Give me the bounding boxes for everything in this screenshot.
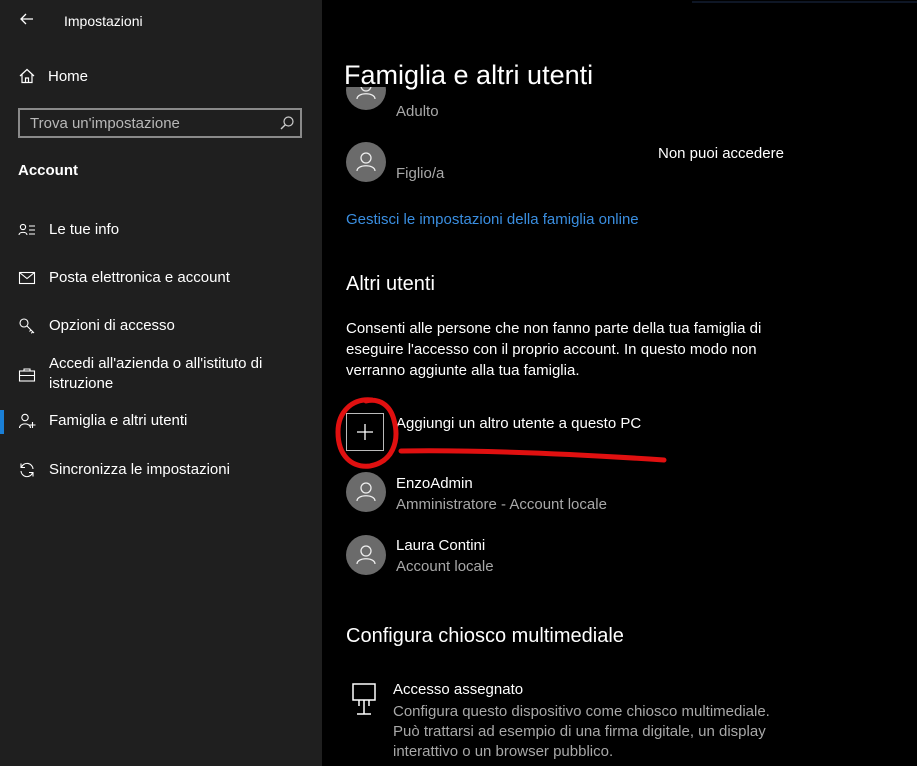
add-user-label[interactable]: Aggiungi un altro utente a questo PC (396, 415, 641, 432)
sidebar-item-label: Le tue info (49, 221, 120, 238)
back-button[interactable] (14, 8, 40, 30)
add-user-button[interactable] (346, 413, 384, 451)
key-icon (19, 318, 35, 334)
other-users-heading: Altri utenti (346, 273, 435, 295)
sidebar-item-work-school[interactable]: Accedi all'azienda o all'istituto di ist… (0, 354, 322, 398)
sidebar-item-label: Opzioni di accesso (49, 317, 175, 334)
person-icon (356, 152, 376, 172)
sidebar-item-label: Accedi all'azienda o all'istituto di ist… (49, 355, 263, 392)
sidebar-item-label: Posta elettronica e account (49, 269, 230, 286)
sidebar-item-your-info[interactable]: Le tue info (0, 220, 322, 244)
manage-family-link[interactable]: Gestisci le impostazioni della famiglia … (346, 211, 639, 228)
mail-icon (18, 271, 36, 285)
assigned-access-description: Configura questo dispositivo come chiosc… (393, 703, 770, 760)
search-box[interactable] (18, 108, 302, 138)
sidebar-item-sign-in-options[interactable]: Opzioni di accesso (0, 316, 322, 340)
back-arrow-icon (20, 13, 33, 25)
avatar (346, 142, 386, 182)
avatar (346, 535, 386, 575)
kiosk-icon (352, 683, 376, 715)
user-info-icon (18, 223, 35, 236)
assigned-access-title[interactable]: Accesso assegnato (393, 681, 523, 698)
family-member-role: Adulto (396, 103, 439, 120)
user-account-type: Account locale (396, 558, 494, 575)
plus-icon (357, 424, 373, 440)
person-icon (356, 545, 376, 565)
add-user-icon (18, 413, 36, 429)
home-icon (19, 68, 35, 84)
user-name[interactable]: Laura Contini (396, 537, 485, 554)
sidebar: Impostazioni Home Account Le tue info Po… (0, 0, 322, 766)
other-users-description: Consenti alle persone che non fanno part… (346, 320, 762, 379)
sync-icon (20, 462, 34, 478)
selection-indicator (0, 410, 4, 434)
home-nav-item[interactable]: Home (18, 64, 308, 88)
briefcase-icon (18, 368, 36, 382)
section-title-account: Account (18, 162, 78, 179)
person-icon (356, 482, 376, 502)
search-input[interactable] (20, 110, 290, 136)
family-member-status: Non puoi accedere (658, 145, 784, 162)
sidebar-item-label: Sincronizza le impostazioni (49, 461, 230, 478)
window-top-edge (692, 1, 917, 3)
sidebar-item-sync[interactable]: Sincronizza le impostazioni (0, 460, 322, 484)
kiosk-heading: Configura chiosco multimediale (346, 625, 624, 647)
app-title: Impostazioni (64, 13, 143, 29)
family-member-role: Figlio/a (396, 165, 445, 182)
avatar (346, 472, 386, 512)
home-label: Home (48, 67, 89, 85)
sidebar-item-family[interactable]: Famiglia e altri utenti (0, 410, 322, 434)
page-title-overlay: Famiglia e altri utenti (344, 60, 594, 90)
sidebar-item-email[interactable]: Posta elettronica e account (0, 268, 322, 292)
sidebar-item-label: Famiglia e altri utenti (49, 412, 188, 429)
search-icon[interactable] (278, 114, 296, 132)
user-name[interactable]: EnzoAdmin (396, 475, 473, 492)
user-account-type: Amministratore - Account locale (396, 496, 607, 513)
